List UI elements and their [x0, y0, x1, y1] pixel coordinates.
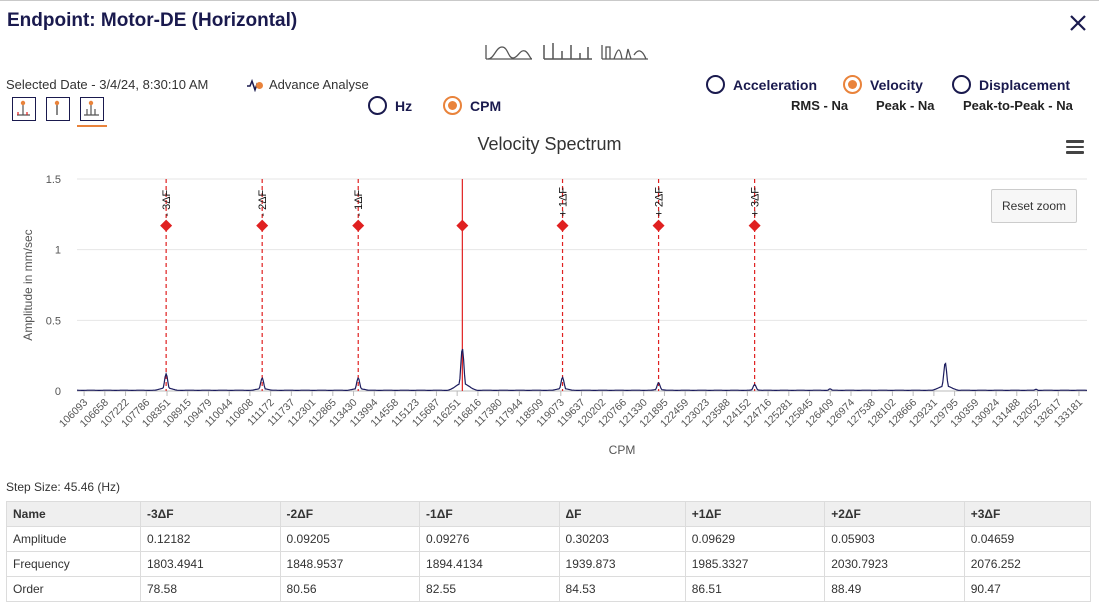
table-row: Amplitude 0.12182 0.09205 0.09276 0.30203 0.0… [6, 526, 1092, 552]
table-cell: 0.04659 [963, 526, 1092, 552]
marker-point [652, 219, 665, 232]
sideband-marker-label: - 2ΔF [257, 189, 269, 216]
multi-marker-icon [17, 100, 30, 116]
table-cell: 2030.7923 [824, 551, 965, 577]
y-tick-label: 0 [55, 386, 61, 398]
chart-title: Velocity Spectrum [477, 134, 622, 154]
table-header-cell: -2ΔF [279, 501, 421, 527]
marker-point [748, 219, 761, 232]
peak-to-peak-value: Peak-to-Peak - Na [963, 98, 1073, 113]
table-cell: 78.58 [140, 576, 281, 602]
waterfall-view-icon[interactable] [598, 39, 654, 73]
table-cell: 0.09205 [279, 526, 421, 552]
advance-analyse-link[interactable]: Advance Analyse [246, 77, 369, 92]
displacement-label: Displacement [979, 76, 1071, 93]
table-header-cell: Name [6, 501, 141, 527]
table-cell: 0.12182 [140, 526, 281, 552]
sideband-marker-label: + 2ΔF [654, 187, 666, 217]
table-cell: 1894.4134 [419, 551, 560, 577]
y-tick-label: 1 [55, 245, 61, 257]
measure-radio-acceleration[interactable]: Acceleration [706, 75, 817, 94]
marker-point [256, 219, 269, 232]
table-cell: 1985.3327 [684, 551, 826, 577]
measure-radio-velocity[interactable]: Velocity [843, 75, 923, 94]
table-cell: 90.47 [963, 576, 1092, 602]
dialog-title: Endpoint: Motor-DE (Horizontal) [7, 10, 298, 31]
table-cell: Amplitude [6, 526, 141, 552]
table-cell: 2076.252 [963, 551, 1092, 577]
sideband-table: Name -3ΔF -2ΔF -1ΔF ΔF +1ΔF +2ΔF +3ΔF Amplitude… [6, 501, 1092, 602]
table-cell: 1848.9537 [279, 551, 421, 577]
view-tabs [482, 39, 652, 75]
table-cell: 0.05903 [824, 526, 965, 552]
advance-analyse-label: Advance Analyse [269, 77, 369, 92]
table-cell: Order [6, 576, 141, 602]
table-row: Frequency 1803.4941 1848.9537 1894.4134 1939… [6, 551, 1092, 577]
table-cell: Frequency [6, 551, 141, 577]
unit-radio-hz[interactable]: Hz [368, 96, 412, 115]
table-header-cell: -3ΔF [140, 501, 281, 527]
sideband-marker-label: + 3ΔF [750, 187, 762, 217]
marker-point [556, 219, 569, 232]
table-cell: 88.49 [824, 576, 965, 602]
analyse-icon [247, 78, 263, 92]
y-tick-label: 0.5 [46, 315, 61, 327]
table-header-cell: ΔF [558, 501, 686, 527]
sideband-marker-label: + 1ΔF [558, 187, 570, 217]
dialog: Endpoint: Motor-DE (Horizontal) Selected… [0, 0, 1099, 609]
waveform-view-icon[interactable] [482, 39, 538, 73]
table-row: Order 78.58 80.56 82.55 84.53 86.51 88.49 90.47 [6, 576, 1092, 602]
acceleration-label: Acceleration [733, 76, 818, 93]
sideband-marker-button[interactable] [77, 97, 107, 127]
table-header-row: Name -3ΔF -2ΔF -1ΔF ΔF +1ΔF +2ΔF +3ΔF [6, 501, 1092, 527]
table-header-cell: +3ΔF [963, 501, 1092, 527]
unit-cpm-label: CPM [470, 97, 502, 114]
radio-acceleration-circle[interactable] [706, 75, 725, 94]
y-tick-label: 1.5 [46, 174, 61, 186]
marker-point [160, 219, 173, 232]
unit-radio-cpm[interactable]: CPM [443, 96, 501, 115]
table-cell: 0.09629 [684, 526, 826, 552]
peak-value: Peak - Na [876, 98, 935, 113]
single-marker-icon [54, 100, 60, 115]
x-axis-label: CPM [609, 443, 636, 457]
table-cell: 0.30203 [558, 526, 686, 552]
spectrum-line [77, 348, 1087, 391]
table-cell: 84.53 [558, 576, 686, 602]
radio-displacement-circle[interactable] [952, 75, 971, 94]
radio-hz-circle[interactable] [368, 96, 387, 115]
velocity-label: Velocity [870, 76, 923, 93]
sideband-marker-icon [84, 100, 99, 116]
table-header-cell: +1ΔF [684, 501, 826, 527]
selected-date: Selected Date - 3/4/24, 8:30:10 AM [6, 77, 209, 92]
marker-point [456, 219, 469, 232]
table-header-cell: +2ΔF [824, 501, 965, 527]
step-size: Step Size: 45.46 (Hz) [6, 480, 121, 494]
measure-radio-displacement[interactable]: Displacement [952, 75, 1070, 94]
spectrum-view-icon[interactable] [540, 39, 596, 73]
table-cell: 86.51 [684, 576, 826, 602]
close-icon[interactable] [1066, 11, 1090, 35]
velocity-spectrum-chart: 1.510.50Amplitude in mm/sec1060931066581… [21, 174, 1087, 457]
sideband-marker-label: - 1ΔF [353, 189, 365, 216]
unit-hz-label: Hz [395, 97, 413, 114]
radio-velocity-circle[interactable] [843, 75, 862, 94]
rms-value: RMS - Na [791, 98, 849, 113]
table-cell: 1939.873 [558, 551, 686, 577]
chart-menu-icon[interactable] [1066, 140, 1084, 154]
table-cell: 0.09276 [419, 526, 560, 552]
table-cell: 80.56 [279, 576, 421, 602]
table-cell: 82.55 [419, 576, 560, 602]
table-header-cell: -1ΔF [419, 501, 560, 527]
multi-marker-button[interactable] [12, 97, 36, 121]
sideband-marker-label: - 3ΔF [161, 189, 173, 216]
reset-zoom-button[interactable]: Reset zoom [991, 189, 1077, 223]
single-marker-button[interactable] [46, 97, 70, 121]
table-cell: 1803.4941 [140, 551, 281, 577]
marker-point [352, 219, 365, 232]
y-axis-label: Amplitude in mm/sec [21, 229, 35, 340]
radio-cpm-circle[interactable] [443, 96, 462, 115]
